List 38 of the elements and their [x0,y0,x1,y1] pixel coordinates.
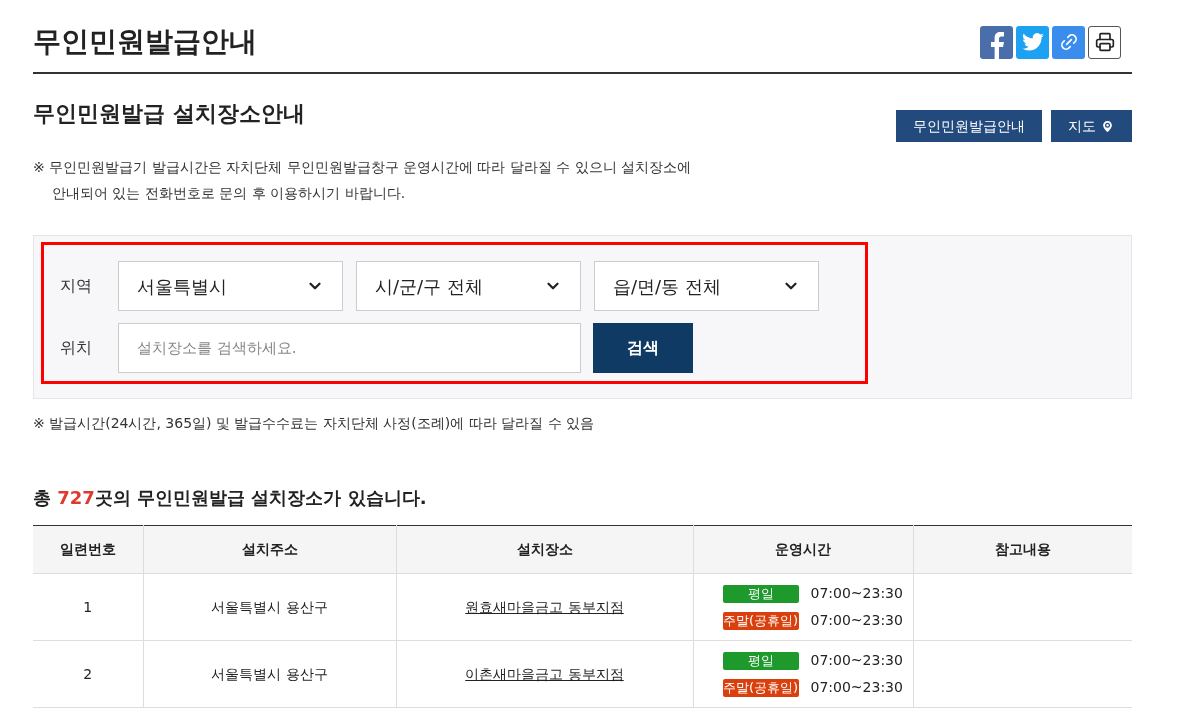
region-select[interactable]: 시/군/구 전체 [356,261,581,311]
time-text: 07:00~23:30 [810,611,903,630]
day-type-badge: 평일 [722,651,799,670]
column-header: 설치장소 [396,525,693,574]
notice-text: 안내되어 있는 전화번호로 문의 후 이용하시기 바랍니다. [51,184,407,203]
column-header: 일련번호 [33,525,143,574]
table-cell: 1 [33,573,143,641]
place-link[interactable]: 원효새마을금고 동부지점 [465,598,624,615]
notice-text: ※ 무인민원발급기 발급시간은 자치단체 무인민원발급창구 운영시간에 따라 달라질 수 있으니 설치장소에 [33,158,693,177]
print-icon[interactable] [1088,25,1121,59]
footnote-text: ※ 발급시간(24시간, 365일) 및 발급수수료는 자치단체 사정(조례)에 따라 달라질 수 있음 [33,414,596,433]
table-cell: 서울특별시 용산구 [143,573,396,641]
map-pin-icon [1100,118,1115,134]
table-cell: 서울특별시 용산구 [143,640,396,708]
region-label: 지역 [60,275,93,297]
bird-icon[interactable] [1016,25,1049,59]
search-field[interactable]: 설치장소를 검색하세요. [118,323,581,373]
time-text: 07:00~23:30 [810,651,903,670]
time-text: 07:00~23:30 [810,678,903,697]
section-title: 무인민원발급 설치장소안내 [33,100,305,128]
map-button[interactable]: 지도 [1051,110,1132,142]
location-label: 위치 [60,337,93,359]
day-type-badge: 주말(공휴일) [722,611,799,630]
table-cell: 2 [33,640,143,708]
guide-button[interactable]: 무인민원발급안내 [896,110,1042,142]
place-link[interactable]: 이촌새마을금고 동부지점 [465,665,624,682]
column-header: 설치주소 [143,525,396,574]
search-button[interactable]: 검색 [593,323,693,373]
region-select[interactable]: 읍/면/동 전체 [594,261,819,311]
facebook-icon[interactable] [980,25,1013,59]
page-title: 무인민원발급안내 [33,24,257,60]
result-summary: 총 727곳의 무인민원발급 설치장소가 있습니다. [33,486,428,510]
day-type-badge: 평일 [722,584,799,603]
column-header: 참고내용 [913,525,1132,574]
column-header: 운영시간 [693,525,913,574]
time-text: 07:00~23:30 [810,584,903,603]
day-type-badge: 주말(공휴일) [722,678,799,697]
region-select[interactable]: 서울특별시 [118,261,343,311]
